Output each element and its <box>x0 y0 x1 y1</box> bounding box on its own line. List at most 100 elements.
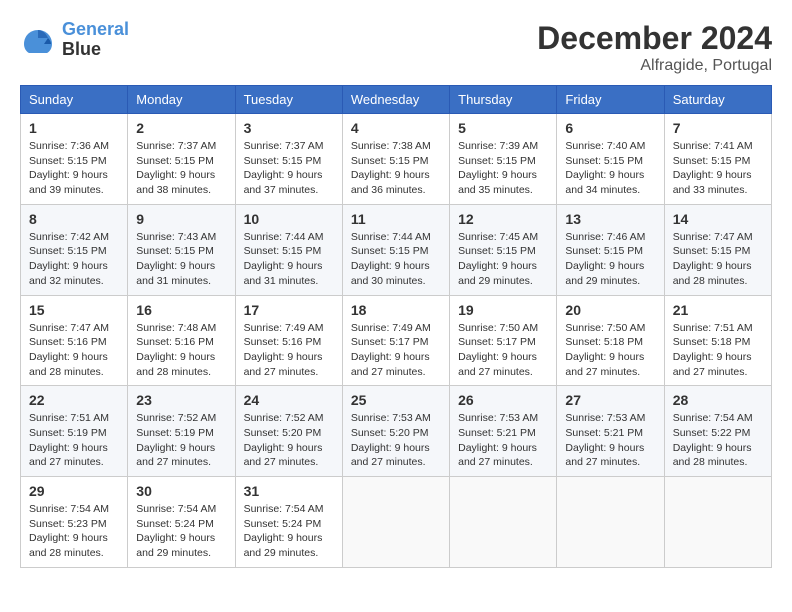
calendar-table: SundayMondayTuesdayWednesdayThursdayFrid… <box>20 85 772 568</box>
day-info: Sunrise: 7:41 AMSunset: 5:15 PMDaylight:… <box>673 139 763 198</box>
calendar-cell: 30Sunrise: 7:54 AMSunset: 5:24 PMDayligh… <box>128 477 235 568</box>
day-number: 2 <box>136 120 226 136</box>
day-info: Sunrise: 7:54 AMSunset: 5:24 PMDaylight:… <box>136 502 226 561</box>
calendar-cell <box>450 477 557 568</box>
day-number: 15 <box>29 302 119 318</box>
calendar-cell: 26 Sunrise: 7:53 AMSunset: 5:21 PMDayligh… <box>450 386 557 477</box>
day-info: Sunrise: 7:52 AMSunset: 5:19 PMDaylight:… <box>136 411 226 470</box>
calendar-cell: 14 Sunrise: 7:47 AMSunset: 5:15 PMDayligh… <box>664 204 771 295</box>
day-number: 5 <box>458 120 548 136</box>
calendar-cell: 3Sunrise: 7:37 AMSunset: 5:15 PMDaylight… <box>235 114 342 205</box>
title-area: December 2024 Alfragide, Portugal <box>537 20 772 75</box>
calendar-cell: 5 Sunrise: 7:39 AMSunset: 5:15 PMDaylight… <box>450 114 557 205</box>
day-number: 29 <box>29 483 119 499</box>
day-info: Sunrise: 7:43 AMSunset: 5:15 PMDaylight:… <box>136 230 226 289</box>
calendar-cell: 24 Sunrise: 7:52 AMSunset: 5:20 PMDayligh… <box>235 386 342 477</box>
day-number: 12 <box>458 211 548 227</box>
day-number: 4 <box>351 120 441 136</box>
day-info: Sunrise: 7:47 AMSunset: 5:15 PMDaylight:… <box>673 230 763 289</box>
day-number: 13 <box>565 211 655 227</box>
calendar-cell: 19Sunrise: 7:50 AMSunset: 5:17 PMDayligh… <box>450 295 557 386</box>
day-number: 24 <box>244 392 334 408</box>
day-info: Sunrise: 7:53 AMSunset: 5:21 PMDaylight:… <box>458 411 548 470</box>
day-number: 28 <box>673 392 763 408</box>
logo: General Blue <box>20 20 129 60</box>
calendar-cell: 28 Sunrise: 7:54 AMSunset: 5:22 PMDayligh… <box>664 386 771 477</box>
day-info: Sunrise: 7:51 AMSunset: 5:18 PMDaylight:… <box>673 321 763 380</box>
calendar-cell <box>664 477 771 568</box>
calendar-week-row: 22 Sunrise: 7:51 AMSunset: 5:19 PMDayligh… <box>21 386 772 477</box>
day-number: 25 <box>351 392 441 408</box>
day-number: 9 <box>136 211 226 227</box>
weekday-header-saturday: Saturday <box>664 86 771 114</box>
day-info: Sunrise: 7:52 AMSunset: 5:20 PMDaylight:… <box>244 411 334 470</box>
day-info: Sunrise: 7:36 AMSunset: 5:15 PMDaylight:… <box>29 139 119 198</box>
day-info: Sunrise: 7:40 AMSunset: 5:15 PMDaylight:… <box>565 139 655 198</box>
calendar-cell <box>557 477 664 568</box>
day-info: Sunrise: 7:39 AMSunset: 5:15 PMDaylight:… <box>458 139 548 198</box>
day-number: 21 <box>673 302 763 318</box>
day-number: 17 <box>244 302 334 318</box>
day-info: Sunrise: 7:51 AMSunset: 5:19 PMDaylight:… <box>29 411 119 470</box>
calendar-header-row: SundayMondayTuesdayWednesdayThursdayFrid… <box>21 86 772 114</box>
weekday-header-monday: Monday <box>128 86 235 114</box>
day-info: Sunrise: 7:44 AMSunset: 5:15 PMDaylight:… <box>351 230 441 289</box>
calendar-cell: 1Sunrise: 7:36 AMSunset: 5:15 PMDaylight… <box>21 114 128 205</box>
day-info: Sunrise: 7:49 AMSunset: 5:17 PMDaylight:… <box>351 321 441 380</box>
day-info: Sunrise: 7:50 AMSunset: 5:17 PMDaylight:… <box>458 321 548 380</box>
calendar-cell: 31Sunrise: 7:54 AMSunset: 5:24 PMDayligh… <box>235 477 342 568</box>
day-number: 8 <box>29 211 119 227</box>
day-info: Sunrise: 7:48 AMSunset: 5:16 PMDaylight:… <box>136 321 226 380</box>
day-info: Sunrise: 7:53 AMSunset: 5:20 PMDaylight:… <box>351 411 441 470</box>
day-info: Sunrise: 7:37 AMSunset: 5:15 PMDaylight:… <box>136 139 226 198</box>
day-number: 31 <box>244 483 334 499</box>
day-info: Sunrise: 7:54 AMSunset: 5:23 PMDaylight:… <box>29 502 119 561</box>
calendar-week-row: 8 Sunrise: 7:42 AMSunset: 5:15 PMDaylight… <box>21 204 772 295</box>
calendar-cell: 13Sunrise: 7:46 AMSunset: 5:15 PMDayligh… <box>557 204 664 295</box>
weekday-header-friday: Friday <box>557 86 664 114</box>
calendar-cell: 29 Sunrise: 7:54 AMSunset: 5:23 PMDayligh… <box>21 477 128 568</box>
calendar-week-row: 1Sunrise: 7:36 AMSunset: 5:15 PMDaylight… <box>21 114 772 205</box>
day-number: 22 <box>29 392 119 408</box>
day-info: Sunrise: 7:44 AMSunset: 5:15 PMDaylight:… <box>244 230 334 289</box>
month-title: December 2024 <box>537 20 772 57</box>
day-info: Sunrise: 7:53 AMSunset: 5:21 PMDaylight:… <box>565 411 655 470</box>
calendar-week-row: 29 Sunrise: 7:54 AMSunset: 5:23 PMDayligh… <box>21 477 772 568</box>
logo-text: General Blue <box>62 20 129 60</box>
weekday-header-tuesday: Tuesday <box>235 86 342 114</box>
day-number: 18 <box>351 302 441 318</box>
day-info: Sunrise: 7:42 AMSunset: 5:15 PMDaylight:… <box>29 230 119 289</box>
calendar-week-row: 15 Sunrise: 7:47 AMSunset: 5:16 PMDayligh… <box>21 295 772 386</box>
calendar-cell: 18 Sunrise: 7:49 AMSunset: 5:17 PMDayligh… <box>342 295 449 386</box>
day-number: 23 <box>136 392 226 408</box>
calendar-cell: 2 Sunrise: 7:37 AMSunset: 5:15 PMDaylight… <box>128 114 235 205</box>
day-number: 14 <box>673 211 763 227</box>
calendar-cell: 10 Sunrise: 7:44 AMSunset: 5:15 PMDayligh… <box>235 204 342 295</box>
day-info: Sunrise: 7:50 AMSunset: 5:18 PMDaylight:… <box>565 321 655 380</box>
calendar-cell: 12Sunrise: 7:45 AMSunset: 5:15 PMDayligh… <box>450 204 557 295</box>
day-number: 6 <box>565 120 655 136</box>
day-number: 10 <box>244 211 334 227</box>
day-number: 20 <box>565 302 655 318</box>
calendar-cell: 8 Sunrise: 7:42 AMSunset: 5:15 PMDaylight… <box>21 204 128 295</box>
location-title: Alfragide, Portugal <box>537 57 772 75</box>
calendar-cell: 4 Sunrise: 7:38 AMSunset: 5:15 PMDaylight… <box>342 114 449 205</box>
calendar-cell: 9 Sunrise: 7:43 AMSunset: 5:15 PMDaylight… <box>128 204 235 295</box>
day-number: 27 <box>565 392 655 408</box>
calendar-cell: 27 Sunrise: 7:53 AMSunset: 5:21 PMDayligh… <box>557 386 664 477</box>
day-number: 7 <box>673 120 763 136</box>
day-info: Sunrise: 7:38 AMSunset: 5:15 PMDaylight:… <box>351 139 441 198</box>
day-number: 3 <box>244 120 334 136</box>
weekday-header-wednesday: Wednesday <box>342 86 449 114</box>
calendar-cell: 7 Sunrise: 7:41 AMSunset: 5:15 PMDaylight… <box>664 114 771 205</box>
calendar-cell: 6 Sunrise: 7:40 AMSunset: 5:15 PMDaylight… <box>557 114 664 205</box>
day-info: Sunrise: 7:49 AMSunset: 5:16 PMDaylight:… <box>244 321 334 380</box>
calendar-cell: 11Sunrise: 7:44 AMSunset: 5:15 PMDayligh… <box>342 204 449 295</box>
day-info: Sunrise: 7:54 AMSunset: 5:22 PMDaylight:… <box>673 411 763 470</box>
calendar-cell: 17 Sunrise: 7:49 AMSunset: 5:16 PMDayligh… <box>235 295 342 386</box>
day-info: Sunrise: 7:47 AMSunset: 5:16 PMDaylight:… <box>29 321 119 380</box>
day-number: 26 <box>458 392 548 408</box>
calendar-cell: 16Sunrise: 7:48 AMSunset: 5:16 PMDayligh… <box>128 295 235 386</box>
calendar-cell: 25 Sunrise: 7:53 AMSunset: 5:20 PMDayligh… <box>342 386 449 477</box>
calendar-cell: 20 Sunrise: 7:50 AMSunset: 5:18 PMDayligh… <box>557 295 664 386</box>
